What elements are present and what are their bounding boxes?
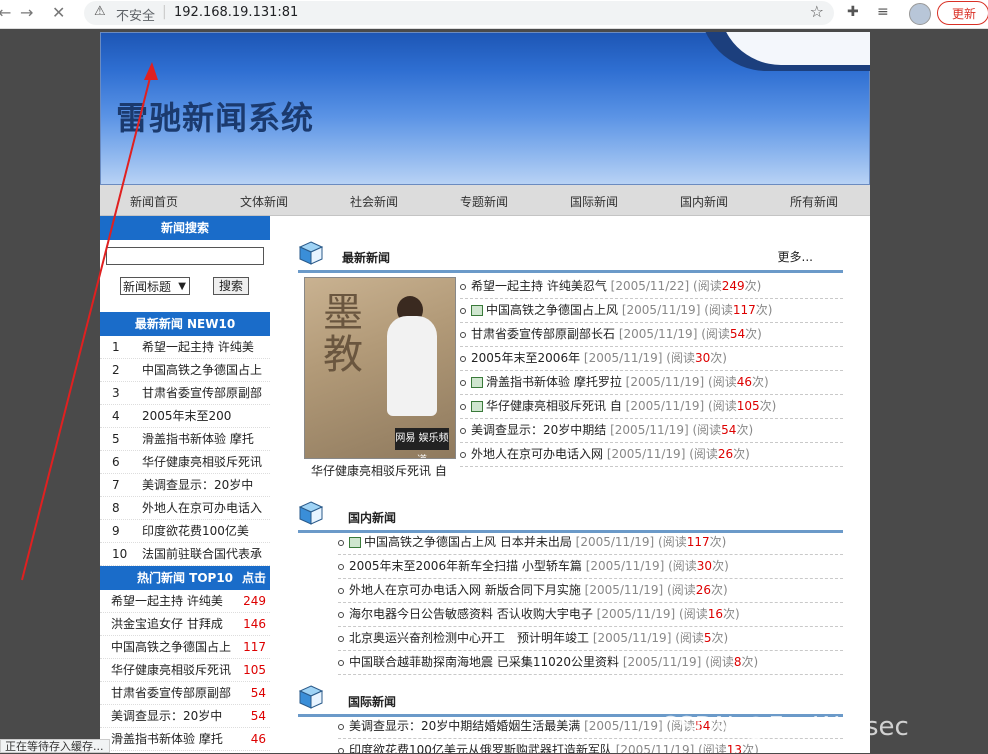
annotation-arrow [21, 62, 158, 581]
watermark: CSDN @FanWd-sec [660, 712, 909, 742]
status-bar: 正在等待存入缓存... [0, 739, 110, 753]
